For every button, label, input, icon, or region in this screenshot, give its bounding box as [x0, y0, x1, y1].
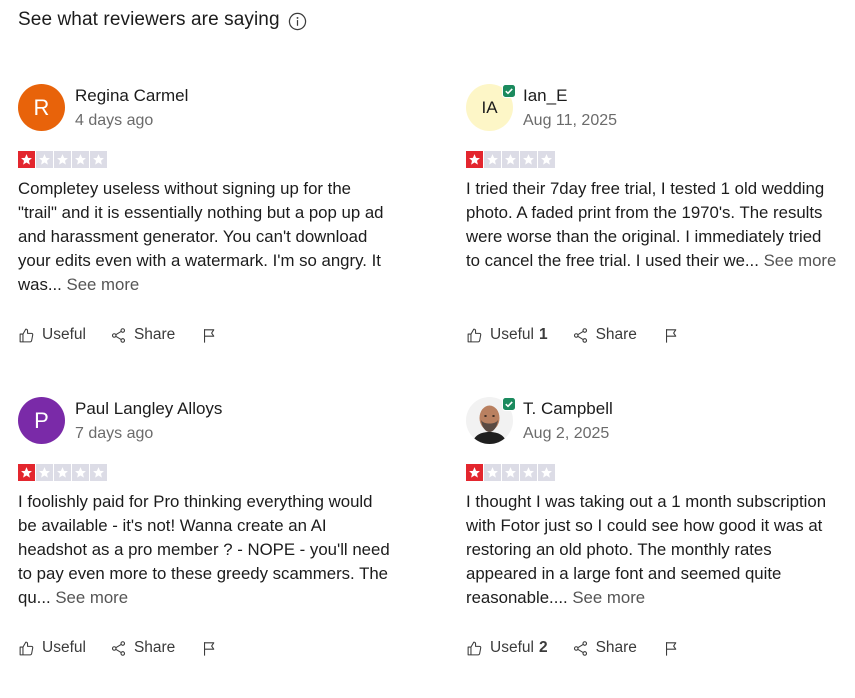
share-label: Share [133, 639, 176, 656]
star-rating [18, 151, 418, 168]
section-heading: See what reviewers are saying [18, 9, 307, 31]
star-icon-empty [520, 464, 537, 481]
flag-icon [204, 328, 215, 343]
share-icon [111, 640, 125, 656]
see-more-link[interactable]: See more [764, 251, 837, 270]
star-icon-empty [538, 151, 555, 168]
share-icon [573, 640, 587, 656]
share-button[interactable]: Share [110, 326, 175, 344]
thumbs-up-icon [19, 641, 34, 655]
star-icon-empty [90, 151, 107, 168]
see-more-link[interactable]: See more [572, 588, 645, 607]
flag-icon [204, 641, 215, 656]
star-icon-empty [538, 464, 555, 481]
review-date: Aug 2, 2025 [523, 425, 610, 442]
share-label: Share [133, 326, 176, 343]
share-label: Share [595, 326, 637, 343]
avatar[interactable]: P [18, 397, 65, 444]
share-label: Share [595, 639, 637, 656]
avatar-photo[interactable] [466, 397, 516, 444]
review-card: IA Ian_E Aug 11, 2025 I tried their 7day… [466, 84, 855, 343]
review-text: I thought I was taking out a 1 month sub… [466, 490, 838, 610]
share-button[interactable]: Share [110, 639, 175, 657]
reviewer-header: R Regina Carmel 4 days ago [18, 84, 418, 134]
thumbs-up-icon [467, 328, 482, 342]
info-icon[interactable] [288, 12, 307, 31]
useful-button[interactable]: Useful [18, 639, 86, 657]
useful-count: 2 [538, 639, 548, 656]
star-icon-empty [502, 464, 519, 481]
useful-count: 1 [538, 326, 548, 343]
review-card: R Regina Carmel 4 days ago Completey use… [18, 84, 418, 343]
avatar[interactable]: R [18, 84, 65, 131]
review-date: Aug 11, 2025 [523, 112, 618, 129]
useful-label: Useful [490, 639, 534, 656]
reviewer-header: IA Ian_E Aug 11, 2025 [466, 84, 855, 134]
review-text: I foolishly paid for Pro thinking everyt… [18, 490, 390, 610]
star-icon-empty [72, 151, 89, 168]
report-button[interactable] [663, 327, 680, 344]
reviewer-name[interactable]: Ian_E [523, 86, 617, 106]
thumbs-up-icon [467, 641, 482, 655]
star-rating [466, 151, 855, 168]
review-text: Completey useless without signing up for… [18, 177, 390, 297]
review-card: P Paul Langley Alloys 7 days ago I fooli… [18, 397, 418, 656]
star-icon-empty [520, 151, 537, 168]
star-icon-filled [18, 464, 35, 481]
star-icon-filled [466, 464, 483, 481]
useful-label: Useful [490, 326, 534, 343]
star-icon-empty [36, 464, 53, 481]
reviewer-name[interactable]: Regina Carmel [75, 86, 188, 106]
star-icon-filled [18, 151, 35, 168]
share-icon [573, 327, 587, 343]
report-button[interactable] [663, 640, 680, 657]
thumbs-up-icon [19, 328, 34, 342]
report-button[interactable] [201, 327, 218, 344]
review-actions: Useful Share [18, 326, 218, 344]
star-icon-empty [484, 464, 501, 481]
review-actions: Useful 2 Share [466, 639, 680, 657]
flag-icon [665, 641, 677, 656]
review-body: I thought I was taking out a 1 month sub… [466, 492, 827, 607]
see-more-link[interactable]: See more [67, 275, 140, 294]
reviewer-header: T. Campbell Aug 2, 2025 [466, 397, 855, 447]
report-button[interactable] [201, 640, 218, 657]
star-icon-empty [502, 151, 519, 168]
review-actions: Useful 1 Share [466, 326, 680, 344]
avatar-initial: R [33, 94, 50, 120]
star-icon-filled [466, 151, 483, 168]
avatar-initials: IA [481, 97, 498, 117]
star-rating [466, 464, 855, 481]
star-icon-empty [72, 464, 89, 481]
reviewer-header: P Paul Langley Alloys 7 days ago [18, 397, 418, 447]
useful-label: Useful [42, 326, 86, 343]
star-icon-empty [484, 151, 501, 168]
avatar-initial: P [34, 407, 49, 433]
verified-badge-icon [502, 84, 516, 98]
useful-label: Useful [42, 639, 86, 656]
useful-button[interactable]: Useful 1 [466, 326, 548, 344]
flag-icon [665, 328, 677, 343]
star-icon-empty [90, 464, 107, 481]
star-rating [18, 464, 418, 481]
see-more-link[interactable]: See more [55, 588, 128, 607]
reviewer-name[interactable]: T. Campbell [523, 399, 613, 419]
review-card: T. Campbell Aug 2, 2025 I thought I was … [466, 397, 855, 656]
share-button[interactable]: Share [572, 639, 637, 657]
share-button[interactable]: Share [572, 326, 637, 344]
section-title: See what reviewers are saying [18, 9, 280, 30]
avatar[interactable]: IA [466, 84, 516, 131]
useful-button[interactable]: Useful [18, 326, 86, 344]
share-icon [111, 327, 125, 343]
useful-button[interactable]: Useful 2 [466, 639, 548, 657]
review-date: 4 days ago [75, 112, 154, 129]
verified-badge-icon [502, 397, 516, 411]
reviewer-name[interactable]: Paul Langley Alloys [75, 399, 222, 419]
star-icon-empty [54, 464, 71, 481]
star-icon-empty [54, 151, 71, 168]
review-date: 7 days ago [75, 425, 154, 442]
star-icon-empty [36, 151, 53, 168]
review-actions: Useful Share [18, 639, 218, 657]
review-text: I tried their 7day free trial, I tested … [466, 177, 838, 273]
